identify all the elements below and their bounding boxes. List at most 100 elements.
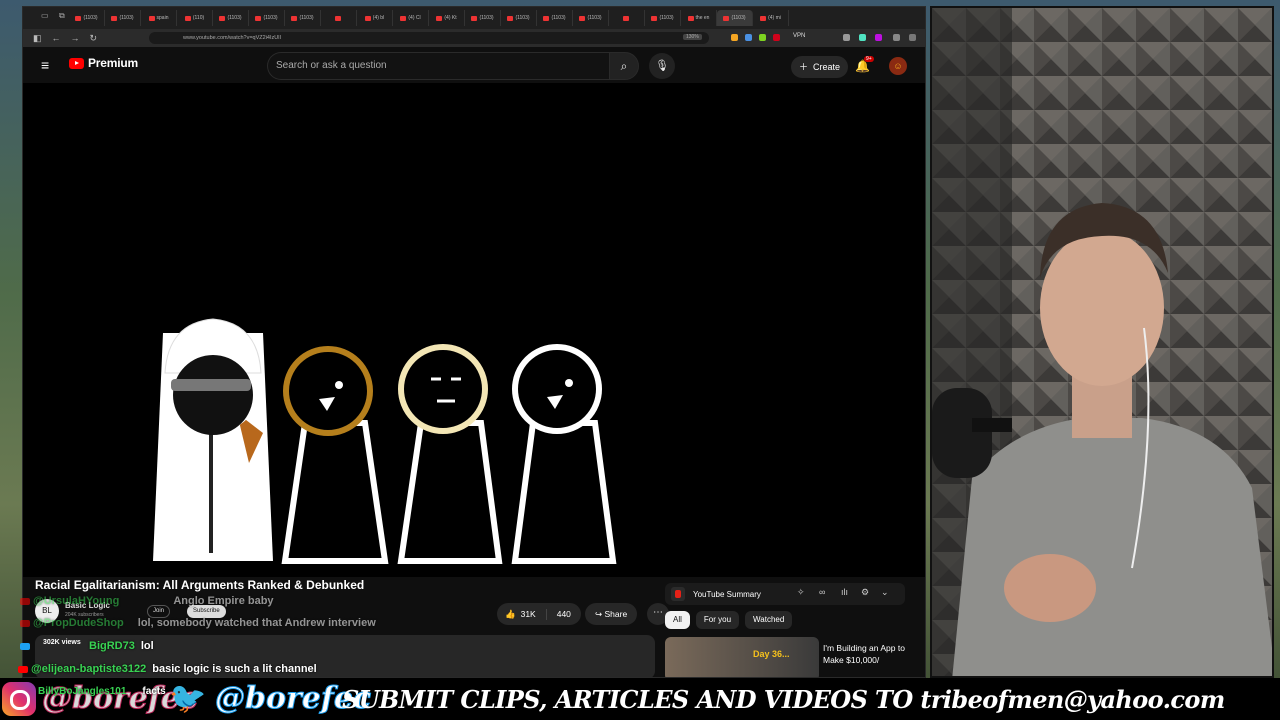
tab-label: (1103): [299, 15, 314, 21]
tab-favicon-icon: [364, 15, 371, 21]
sidebar-toggle-icon[interactable]: ◧: [33, 33, 42, 44]
search-icon[interactable]: ⌕: [609, 52, 639, 80]
summary-label: YouTube Summary: [693, 589, 761, 599]
video-player[interactable]: [23, 83, 925, 577]
tab-favicon-icon: [291, 15, 298, 21]
plus-icon: ＋: [799, 62, 809, 72]
tab-label: (1103): [659, 15, 674, 21]
recommended-title[interactable]: I'm Building an App to Make $10,000/: [823, 642, 923, 666]
instagram-icon: [2, 682, 36, 716]
create-label: Create: [813, 62, 841, 72]
chat-message: @elijean-baptiste3122 basic logic is such…: [18, 663, 317, 675]
chevron-down-icon[interactable]: ⌄: [881, 587, 889, 598]
glasses-icon[interactable]: ∞: [819, 587, 825, 597]
forward-icon[interactable]: →: [71, 33, 80, 43]
browser-tab[interactable]: (4) Kt: [429, 10, 465, 26]
stream-banner: @borefec 🐦 @borefec SUBMIT CLIPS, ARTICL…: [0, 678, 1280, 720]
extension-icon[interactable]: [843, 34, 850, 41]
tab-favicon-icon: [75, 15, 82, 21]
url-field[interactable]: www.youtube.com/watch?v=qVZ2i4IzUlI: [149, 32, 709, 44]
profile-icon[interactable]: [893, 34, 900, 41]
share-label: Share: [604, 609, 628, 619]
tab-favicon-icon: [111, 15, 118, 21]
like-button[interactable]: 👍 31K: [497, 608, 547, 620]
extension-icon[interactable]: [759, 34, 766, 41]
share-button[interactable]: ↪ Share: [585, 603, 638, 625]
chat-text: Anglo Empire baby: [173, 595, 274, 607]
extension-icon[interactable]: [859, 34, 866, 41]
chip-for-you[interactable]: For you: [695, 611, 740, 629]
twitter-bird-icon: 🐦: [169, 682, 207, 715]
browser-tab[interactable]: the en: [681, 10, 717, 26]
recommended-thumbnail[interactable]: Day 36...: [665, 637, 819, 677]
browser-tab[interactable]: (1103): [717, 10, 753, 26]
thumbnail-badge: Day 36...: [753, 649, 790, 659]
youtube-play-icon: [69, 57, 84, 69]
tab-label: (1103): [479, 15, 494, 21]
tab-strip: ▭ ⧉ (1103) (1103) spain (110) (1103) (1103) (1…: [23, 7, 925, 29]
audio-wave-icon[interactable]: ılı: [841, 587, 848, 597]
browser-tab[interactable]: (1103): [105, 10, 141, 26]
create-button[interactable]: ＋ Create: [791, 56, 849, 78]
browser-tab[interactable]: spain: [141, 10, 177, 26]
webcam-feed: [930, 6, 1274, 678]
youtube-logo[interactable]: Premium: [69, 56, 138, 70]
browser-tab[interactable]: (4) Cl: [393, 10, 429, 26]
extension-icon[interactable]: [745, 34, 752, 41]
browser-tab[interactable]: (1103): [501, 10, 537, 26]
settings-gear-icon[interactable]: ⚙: [861, 587, 869, 598]
account-avatar[interactable]: ☺: [889, 57, 907, 75]
reload-icon[interactable]: ↻: [90, 33, 98, 44]
browser-tab[interactable]: (1103): [213, 10, 249, 26]
window-menu-icon[interactable]: ▭: [41, 11, 49, 20]
browser-tab[interactable]: (1103): [285, 10, 321, 26]
tab-favicon-icon: [184, 15, 191, 21]
microphone-icon[interactable]: 🎙: [649, 53, 675, 79]
browser-tab[interactable]: (1103): [465, 10, 501, 26]
recommended-video[interactable]: Day 36... I'm Building an App to Make $1…: [665, 637, 925, 677]
tab-favicon-icon: [723, 15, 730, 21]
extension-icon[interactable]: [875, 34, 882, 41]
browser-tab[interactable]: (1103): [645, 10, 681, 26]
tab-list-icon[interactable]: ⧉: [59, 11, 65, 21]
tab-favicon-icon: [687, 15, 694, 21]
extension-icon[interactable]: [773, 34, 780, 41]
address-bar: ◧ ← → ↻ www.youtube.com/watch?v=qVZ2i4Iz…: [23, 29, 925, 47]
browser-tab[interactable]: [321, 10, 357, 26]
tab-favicon-icon: [471, 15, 478, 21]
stick-figure-cream: [397, 344, 503, 564]
stick-figure-white: [511, 344, 617, 564]
tab-label: (110): [192, 15, 205, 21]
filter-chips: All For you Watched: [665, 611, 793, 629]
browser-tab[interactable]: (1103): [537, 10, 573, 26]
back-icon[interactable]: ←: [52, 33, 61, 43]
browser-tab[interactable]: (110): [177, 10, 213, 26]
search-input[interactable]: Search or ask a question: [267, 52, 609, 80]
tab-label: (1103): [587, 15, 602, 21]
browser-tab[interactable]: (4) mi: [753, 10, 789, 26]
tab-favicon-icon: [148, 15, 155, 21]
extension-icon[interactable]: [731, 34, 738, 41]
browser-tab[interactable]: (1103): [573, 10, 609, 26]
brand-label: Premium: [88, 56, 138, 70]
sparkle-icon[interactable]: ✧: [797, 587, 805, 598]
browser-tab[interactable]: (4) bl: [357, 10, 393, 26]
chat-message: BigRD73 lol: [20, 640, 154, 652]
tab-favicon-icon: [219, 15, 226, 21]
chip-watched[interactable]: Watched: [745, 611, 793, 629]
browser-tab[interactable]: [609, 10, 645, 26]
tab-label: (1103): [227, 15, 242, 21]
vpn-badge[interactable]: VPN: [793, 33, 805, 39]
tab-favicon-icon: [622, 15, 629, 21]
comment-count[interactable]: 440: [547, 609, 581, 619]
browser-tab[interactable]: (1103): [249, 10, 285, 26]
zoom-level[interactable]: 130%: [683, 34, 702, 40]
browser-tab[interactable]: (1103): [69, 10, 105, 26]
tab-favicon-icon: [400, 15, 407, 21]
chat-message: BillyBoJangles101 facts: [38, 686, 166, 697]
chip-all[interactable]: All: [665, 611, 690, 629]
tab-favicon-icon: [760, 15, 767, 21]
tab-favicon-icon: [436, 15, 443, 21]
browser-menu-icon[interactable]: [909, 34, 916, 41]
hamburger-menu-icon[interactable]: ≡: [41, 58, 49, 72]
